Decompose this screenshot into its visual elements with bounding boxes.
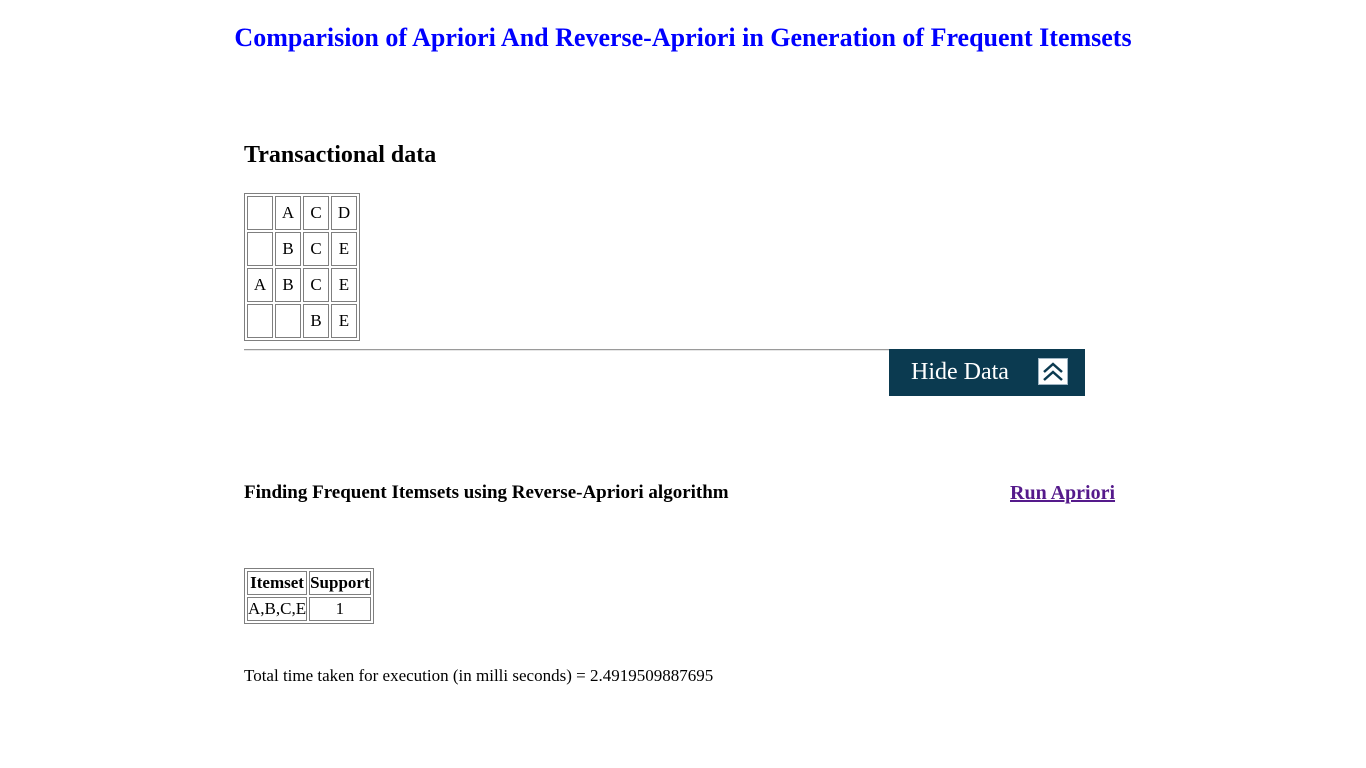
table-cell: B: [275, 232, 301, 266]
table-cell: [247, 196, 273, 230]
divider: [244, 349, 889, 351]
table-cell: B: [275, 268, 301, 302]
table-row: B C E: [247, 232, 357, 266]
table-cell: C: [303, 232, 329, 266]
algorithm-heading: Finding Frequent Itemsets using Reverse-…: [244, 482, 729, 503]
execution-time-text: Total time taken for execution (in milli…: [244, 666, 714, 685]
table-cell: D: [331, 196, 357, 230]
table-header-row: Itemset Support: [247, 571, 371, 595]
table-row: A B C E: [247, 268, 357, 302]
table-cell: [247, 304, 273, 338]
support-cell: 1: [309, 597, 371, 621]
table-cell: E: [331, 232, 357, 266]
run-apriori-link[interactable]: Run Apriori: [1010, 481, 1115, 505]
results-table: Itemset Support A,B,C,E 1: [244, 568, 374, 624]
table-row: B E: [247, 304, 357, 338]
table-cell: A: [275, 196, 301, 230]
page-title: Comparision of Apriori And Reverse-Aprio…: [234, 23, 1132, 52]
hide-data-label: Hide Data: [911, 359, 1009, 385]
column-header-itemset: Itemset: [247, 571, 308, 595]
double-chevron-up-icon: [1038, 358, 1068, 385]
table-row: A,B,C,E 1: [247, 597, 371, 621]
table-cell: E: [331, 304, 357, 338]
transactional-data-heading: Transactional data: [244, 142, 437, 168]
column-header-support: Support: [309, 571, 371, 595]
table-cell: E: [331, 268, 357, 302]
table-row: A C D: [247, 196, 357, 230]
hide-data-button[interactable]: Hide Data: [889, 349, 1085, 396]
table-cell: B: [303, 304, 329, 338]
table-cell: [275, 304, 301, 338]
itemset-cell: A,B,C,E: [247, 597, 308, 621]
table-cell: C: [303, 196, 329, 230]
page: Comparision of Apriori And Reverse-Aprio…: [0, 0, 1366, 768]
transactional-data-table: A C D B C E A B C E B E: [244, 193, 360, 341]
table-cell: C: [303, 268, 329, 302]
table-cell: A: [247, 268, 273, 302]
table-cell: [247, 232, 273, 266]
